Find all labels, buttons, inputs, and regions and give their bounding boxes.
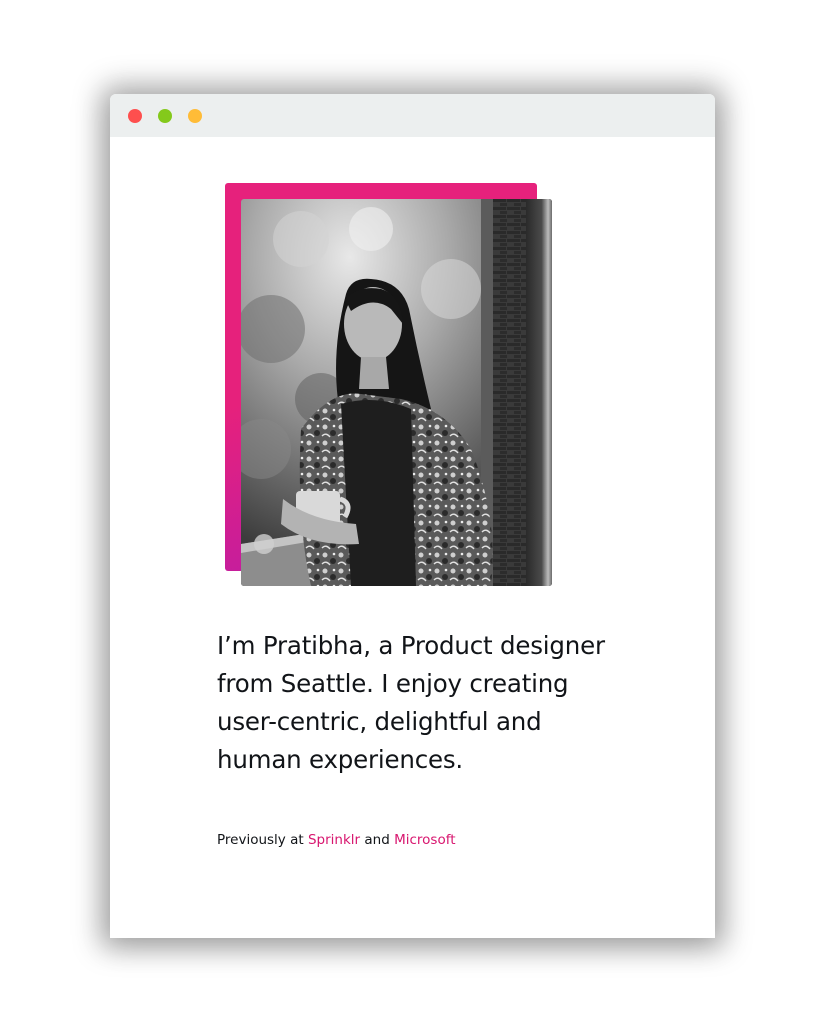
browser-window: I’m Pratibha, a Product designer from Se… bbox=[110, 94, 715, 938]
microsoft-link[interactable]: Microsoft bbox=[394, 832, 455, 848]
intro-headline: I’m Pratibha, a Product designer from Se… bbox=[217, 631, 605, 774]
conjunction-text: and bbox=[364, 832, 390, 848]
minimize-window-button[interactable] bbox=[188, 109, 202, 123]
portrait-photo bbox=[241, 199, 552, 586]
page-content: I’m Pratibha, a Product designer from Se… bbox=[110, 137, 715, 938]
window-titlebar bbox=[110, 94, 715, 137]
close-window-button[interactable] bbox=[128, 109, 142, 123]
previously-prefix: Previously at bbox=[217, 832, 304, 848]
page-background: I’m Pratibha, a Product designer from Se… bbox=[0, 0, 824, 1018]
maximize-window-button[interactable] bbox=[158, 109, 172, 123]
previous-employers: Previously at Sprinklr and Microsoft bbox=[217, 832, 456, 848]
sprinklr-link[interactable]: Sprinklr bbox=[308, 832, 360, 848]
